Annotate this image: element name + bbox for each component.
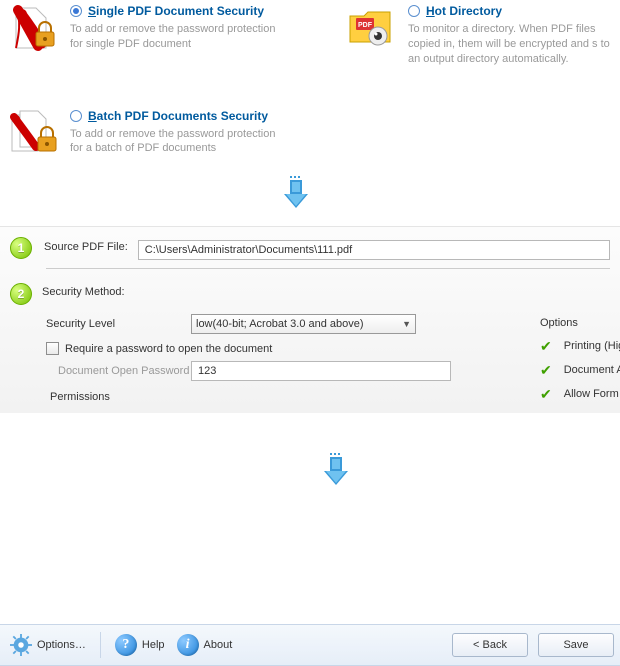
options-title: Options	[540, 317, 620, 329]
gear-icon	[10, 634, 32, 656]
radio-hot[interactable]	[408, 5, 420, 17]
arrow-down-icon	[280, 176, 312, 212]
option-printing: ✔ Printing (Hig	[540, 339, 620, 353]
mode-single[interactable]: Single PDF Document Security To add or r…	[8, 0, 346, 79]
arrow-down-icon	[320, 453, 352, 489]
step-1-badge: 1	[10, 237, 32, 259]
check-icon: ✔	[540, 363, 552, 377]
mode-hot-desc: To monitor a directory. When PDF files c…	[408, 22, 612, 67]
security-level-value: low(40-bit; Acrobat 3.0 and above)	[196, 318, 364, 330]
bottom-toolbar: Options… Help About < Back Save	[0, 624, 620, 666]
folder-watch-icon: PDF	[346, 2, 396, 52]
back-button[interactable]: < Back	[452, 633, 528, 657]
radio-single[interactable]	[70, 5, 82, 17]
security-level-select[interactable]: low(40-bit; Acrobat 3.0 and above) ▼	[191, 314, 416, 334]
doc-password-label: Document Open Password	[46, 365, 191, 377]
require-password-checkbox[interactable]	[46, 342, 59, 355]
chevron-down-icon: ▼	[402, 319, 411, 329]
permissions-header: Permissions	[50, 391, 610, 403]
mode-batch-label: Batch PDF Documents Security	[88, 109, 268, 123]
svg-text:PDF: PDF	[358, 22, 373, 29]
radio-batch[interactable]	[70, 110, 82, 122]
option-document: ✔ Document A	[540, 363, 620, 377]
security-method-label: Security Method:	[42, 286, 610, 298]
mode-batch[interactable]: Batch PDF Documents Security To add or r…	[8, 105, 346, 169]
check-icon: ✔	[540, 387, 552, 401]
security-level-label: Security Level	[46, 318, 191, 330]
require-password-label: Require a password to open the document	[65, 343, 272, 355]
source-file-label: Source PDF File:	[44, 241, 128, 253]
help-button[interactable]: Help	[111, 632, 169, 658]
step-2-badge: 2	[10, 283, 32, 305]
doc-password-input[interactable]	[191, 361, 451, 381]
mode-batch-desc: To add or remove the password protection…	[70, 127, 290, 157]
pdf-lock-icon	[8, 2, 58, 52]
info-icon	[177, 634, 199, 656]
mode-hot-directory[interactable]: PDF Hot Directory To monitor a directory…	[346, 0, 612, 79]
options-panel: Options ✔ Printing (Hig ✔ Document A ✔ A…	[540, 317, 620, 411]
help-icon	[115, 634, 137, 656]
mode-hot-label: Hot Directory	[426, 4, 502, 18]
check-icon: ✔	[540, 339, 552, 353]
pdf-batch-lock-icon	[8, 107, 58, 157]
save-button[interactable]: Save	[538, 633, 614, 657]
mode-single-label: Single PDF Document Security	[88, 4, 264, 18]
option-form: ✔ Allow Form	[540, 387, 620, 401]
options-button[interactable]: Options…	[6, 632, 90, 658]
settings-panel: 1 Source PDF File: 2 Security Method: Se…	[0, 226, 620, 413]
mode-single-desc: To add or remove the password protection…	[70, 22, 290, 52]
about-button[interactable]: About	[173, 632, 237, 658]
source-file-input[interactable]	[138, 240, 610, 260]
